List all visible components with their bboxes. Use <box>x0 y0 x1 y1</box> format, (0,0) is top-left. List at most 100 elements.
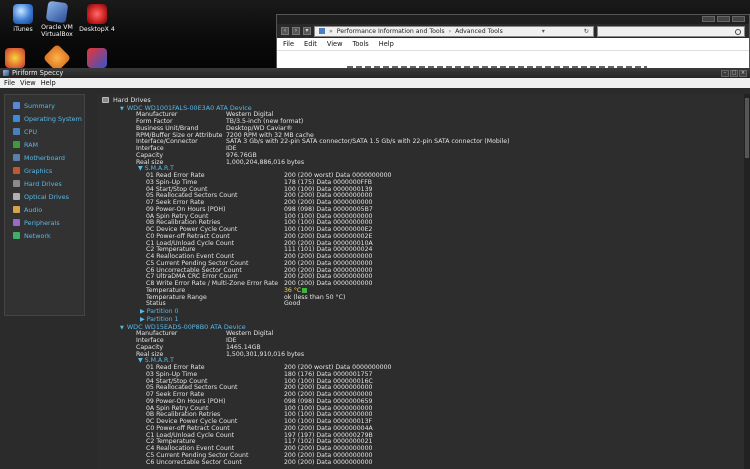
menu-view[interactable]: View <box>327 40 343 48</box>
breadcrumb-separator-icon: » <box>329 27 333 35</box>
speccy-menubar: File View Help <box>0 78 750 88</box>
sidebar-item-network[interactable]: Network <box>5 229 84 242</box>
forward-icon[interactable]: › <box>292 27 300 35</box>
cpu-icon <box>13 128 20 135</box>
menu-edit[interactable]: Edit <box>304 40 317 48</box>
explorer-address-row: ‹ › ▾ » Performance Information and Tool… <box>277 24 749 38</box>
app-icon <box>5 48 25 68</box>
menu-tools[interactable]: Tools <box>352 40 368 48</box>
audio-icon <box>13 206 20 213</box>
sidebar-item-summary[interactable]: Summary <box>5 99 84 112</box>
maximize-icon[interactable] <box>717 16 730 22</box>
close-icon[interactable] <box>732 16 745 22</box>
collapse-arrow-icon[interactable]: ▼ <box>120 106 124 112</box>
collapse-arrow-icon[interactable]: ▼ <box>138 357 145 364</box>
menu-view[interactable]: View <box>20 79 36 87</box>
optical-drives-icon <box>13 193 20 200</box>
property-value: 1,000,204,886,016 bytes <box>226 158 305 166</box>
partition-label: Partition 1 <box>146 315 179 323</box>
explorer-content <box>277 50 749 69</box>
menu-help[interactable]: Help <box>41 79 56 87</box>
breadcrumb-item[interactable]: Performance Information and Tools <box>337 28 445 35</box>
menu-file[interactable]: File <box>4 79 15 87</box>
search-input[interactable] <box>597 25 745 37</box>
smart-attribute-value: 200 (200) Data 0000000000 <box>284 458 373 466</box>
sidebar-item-optical-drives[interactable]: Optical Drives <box>5 190 84 203</box>
scrollbar-thumb[interactable] <box>745 98 749 158</box>
speccy-window[interactable]: Piriform Speccy – □ × File View Help Sum… <box>0 68 750 469</box>
desktop-icon-label: iTunes <box>13 26 33 33</box>
motherboard-icon <box>13 154 20 161</box>
ram-icon <box>13 141 20 148</box>
collapse-arrow-icon[interactable]: ▼ <box>138 165 145 172</box>
hard-drive-icon <box>102 97 109 103</box>
sidebar-item-label: Hard Drives <box>24 179 62 188</box>
back-icon[interactable]: ‹ <box>281 27 289 35</box>
menu-file[interactable]: File <box>283 40 294 48</box>
sidebar-item-operating-system[interactable]: Operating System <box>5 112 84 125</box>
smart-attribute-name: C6 Uncorrectable Sector Count <box>146 458 242 466</box>
vertical-scrollbar[interactable] <box>744 94 750 469</box>
sidebar-item-label: Graphics <box>24 166 53 175</box>
temperature-graph-icon[interactable] <box>302 287 307 293</box>
partition-node[interactable]: ▶ Partition 0 <box>140 308 178 315</box>
explorer-menubar: File Edit View Tools Help <box>277 38 749 50</box>
network-icon <box>13 232 20 239</box>
section-title-text: Hard Drives <box>113 96 151 104</box>
breadcrumb-item[interactable]: Advanced Tools <box>455 28 503 35</box>
sidebar-item-label: Motherboard <box>24 153 65 162</box>
window-controls <box>702 16 745 22</box>
explorer-window[interactable]: ‹ › ▾ » Performance Information and Tool… <box>276 14 750 70</box>
maximize-icon[interactable]: □ <box>730 69 738 77</box>
breadcrumb-dropdown-icon[interactable]: ▾ <box>542 28 545 35</box>
hard-drives-panel: Hard Drives ▼ WDC WD1001FALS-00E3A0 ATA De… <box>97 94 745 469</box>
menu-help[interactable]: Help <box>379 40 394 48</box>
collapse-arrow-icon[interactable]: ▼ <box>120 325 124 331</box>
address-bar[interactable]: » Performance Information and Tools › Ad… <box>314 25 594 37</box>
section-title: Hard Drives <box>102 96 151 104</box>
sidebar-item-label: Peripherals <box>24 218 60 227</box>
sidebar-item-label: RAM <box>24 140 39 149</box>
sidebar-item-graphics[interactable]: Graphics <box>5 164 84 177</box>
sidebar-item-label: Audio <box>24 205 43 214</box>
close-icon[interactable]: × <box>739 69 747 77</box>
sidebar-item-label: Network <box>24 231 51 240</box>
desktopx-icon <box>87 4 107 24</box>
property-value: 1,500,301,910,016 bytes <box>226 350 305 358</box>
sidebar-item-motherboard[interactable]: Motherboard <box>5 151 84 164</box>
expand-arrow-icon[interactable]: ▶ <box>140 308 147 315</box>
sidebar-item-ram[interactable]: RAM <box>5 138 84 151</box>
desktop-icon-desktopx[interactable]: DesktopX 4 <box>74 4 120 33</box>
window-title: Piriform Speccy <box>12 69 64 77</box>
minimize-icon[interactable]: – <box>721 69 729 77</box>
itunes-icon <box>13 4 33 24</box>
sidebar-item-cpu[interactable]: CPU <box>5 125 84 138</box>
summary-icon <box>13 102 20 109</box>
desktop-icon-misc-1[interactable] <box>4 48 26 70</box>
hard-drives-icon <box>13 180 20 187</box>
sidebar-item-label: CPU <box>24 127 37 136</box>
sidebar-item-audio[interactable]: Audio <box>5 203 84 216</box>
sidebar-item-peripherals[interactable]: Peripherals <box>5 216 84 229</box>
operating-system-icon <box>13 115 20 122</box>
sidebar-item-label: Summary <box>24 101 55 110</box>
partition-label: Partition 0 <box>146 308 179 316</box>
desktop-icon-misc-3[interactable] <box>86 48 108 70</box>
sidebar: Summary Operating System CPU RAM Motherboard… <box>4 94 85 316</box>
expand-arrow-icon[interactable]: ▶ <box>140 316 147 323</box>
recent-pages-icon[interactable]: ▾ <box>303 27 311 35</box>
virtualbox-icon <box>45 0 69 24</box>
partition-node[interactable]: ▶ Partition 1 <box>140 316 178 323</box>
control-panel-icon <box>319 28 325 34</box>
sidebar-item-label: Optical Drives <box>24 192 69 201</box>
speccy-titlebar[interactable]: Piriform Speccy – □ × <box>0 68 750 78</box>
sidebar-item-hard-drives[interactable]: Hard Drives <box>5 177 84 190</box>
minimize-icon[interactable] <box>702 16 715 22</box>
sidebar-item-label: Operating System <box>24 114 82 123</box>
explorer-titlebar[interactable] <box>277 15 749 24</box>
refresh-icon[interactable]: ↻ <box>584 28 589 35</box>
desktop-icon-misc-2[interactable] <box>42 43 72 73</box>
speccy-app-icon <box>3 70 9 76</box>
graphics-icon <box>13 167 20 174</box>
desktop-icon-label: DesktopX 4 <box>79 26 115 33</box>
